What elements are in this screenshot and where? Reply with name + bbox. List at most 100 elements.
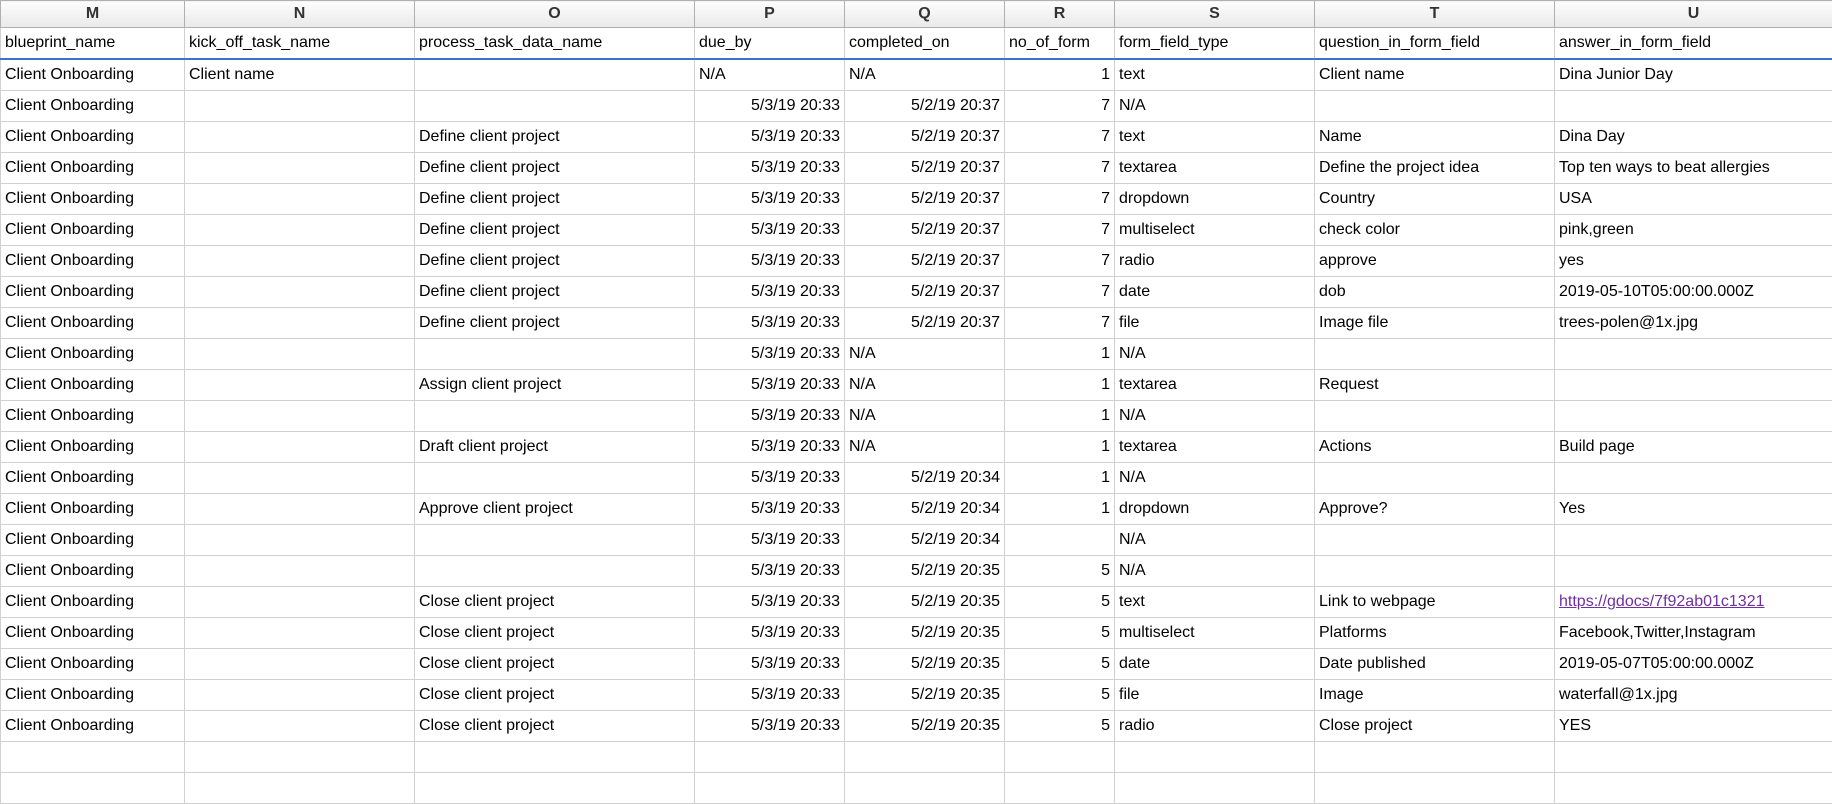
cell-O[interactable]: Close client project xyxy=(415,680,695,711)
cell-P[interactable]: 5/3/19 20:33 xyxy=(695,91,845,122)
cell-R[interactable]: 1 xyxy=(1005,494,1115,525)
cell-M[interactable]: Client Onboarding xyxy=(1,153,185,184)
cell-O[interactable] xyxy=(415,556,695,587)
cell-Q[interactable]: 5/2/19 20:37 xyxy=(845,153,1005,184)
table-row[interactable]: Client OnboardingDefine client project5/… xyxy=(1,246,1832,277)
cell-P[interactable]: 5/3/19 20:33 xyxy=(695,370,845,401)
cell-O[interactable]: Close client project xyxy=(415,711,695,742)
cell-Q[interactable]: N/A xyxy=(845,401,1005,432)
column-header-Q[interactable]: Q xyxy=(845,1,1005,28)
cell-O[interactable]: Define client project xyxy=(415,277,695,308)
cell-R[interactable]: 7 xyxy=(1005,91,1115,122)
column-header-M[interactable]: M xyxy=(1,1,185,28)
cell-Q[interactable]: N/A xyxy=(845,432,1005,463)
field-header-cell[interactable]: process_task_data_name xyxy=(415,28,695,60)
cell-U[interactable] xyxy=(1555,339,1832,370)
cell-P[interactable]: 5/3/19 20:33 xyxy=(695,432,845,463)
cell-S[interactable]: date xyxy=(1115,649,1315,680)
cell-M[interactable]: Client Onboarding xyxy=(1,556,185,587)
cell-S[interactable]: text xyxy=(1115,587,1315,618)
cell-S[interactable]: N/A xyxy=(1115,91,1315,122)
cell-N[interactable] xyxy=(185,556,415,587)
cell-M[interactable] xyxy=(1,742,185,773)
cell-U[interactable] xyxy=(1555,525,1832,556)
cell-N[interactable]: Client name xyxy=(185,59,415,91)
cell-R[interactable]: 7 xyxy=(1005,308,1115,339)
cell-T[interactable]: Platforms xyxy=(1315,618,1555,649)
cell-O[interactable]: Define client project xyxy=(415,308,695,339)
cell-S[interactable] xyxy=(1115,742,1315,773)
cell-N[interactable] xyxy=(185,277,415,308)
cell-Q[interactable]: 5/2/19 20:37 xyxy=(845,277,1005,308)
cell-M[interactable]: Client Onboarding xyxy=(1,494,185,525)
cell-M[interactable] xyxy=(1,773,185,804)
cell-O[interactable]: Define client project xyxy=(415,153,695,184)
field-header-cell[interactable]: answer_in_form_field xyxy=(1555,28,1832,60)
cell-O[interactable] xyxy=(415,401,695,432)
cell-R[interactable]: 7 xyxy=(1005,246,1115,277)
cell-S[interactable]: textarea xyxy=(1115,370,1315,401)
cell-O[interactable]: Close client project xyxy=(415,587,695,618)
cell-U[interactable]: Build page xyxy=(1555,432,1832,463)
cell-Q[interactable]: 5/2/19 20:35 xyxy=(845,618,1005,649)
cell-P[interactable]: 5/3/19 20:33 xyxy=(695,680,845,711)
cell-T[interactable]: Define the project idea xyxy=(1315,153,1555,184)
cell-N[interactable] xyxy=(185,308,415,339)
cell-T[interactable]: Link to webpage xyxy=(1315,587,1555,618)
cell-S[interactable]: dropdown xyxy=(1115,494,1315,525)
cell-O[interactable]: Approve client project xyxy=(415,494,695,525)
field-header-cell[interactable]: due_by xyxy=(695,28,845,60)
cell-Q[interactable]: 5/2/19 20:37 xyxy=(845,246,1005,277)
cell-M[interactable]: Client Onboarding xyxy=(1,680,185,711)
cell-Q[interactable] xyxy=(845,773,1005,804)
table-row[interactable]: Client OnboardingDefine client project5/… xyxy=(1,277,1832,308)
cell-Q[interactable] xyxy=(845,742,1005,773)
column-header-P[interactable]: P xyxy=(695,1,845,28)
field-header-cell[interactable]: blueprint_name xyxy=(1,28,185,60)
cell-T[interactable]: Request xyxy=(1315,370,1555,401)
cell-R[interactable]: 5 xyxy=(1005,618,1115,649)
table-row[interactable]: Client OnboardingAssign client project5/… xyxy=(1,370,1832,401)
field-header-cell[interactable]: kick_off_task_name xyxy=(185,28,415,60)
cell-U[interactable]: pink,green xyxy=(1555,215,1832,246)
cell-T[interactable] xyxy=(1315,773,1555,804)
cell-M[interactable]: Client Onboarding xyxy=(1,215,185,246)
table-row[interactable]: Client OnboardingDefine client project5/… xyxy=(1,215,1832,246)
cell-Q[interactable]: N/A xyxy=(845,59,1005,91)
cell-T[interactable]: check color xyxy=(1315,215,1555,246)
table-row[interactable]: Client OnboardingClose client project5/3… xyxy=(1,711,1832,742)
cell-T[interactable] xyxy=(1315,556,1555,587)
cell-U[interactable]: 2019-05-07T05:00:00.000Z xyxy=(1555,649,1832,680)
cell-N[interactable] xyxy=(185,401,415,432)
cell-S[interactable]: N/A xyxy=(1115,339,1315,370)
cell-O[interactable]: Close client project xyxy=(415,618,695,649)
table-row[interactable]: Client Onboarding5/3/19 20:33N/A1N/A xyxy=(1,401,1832,432)
cell-O[interactable]: Define client project xyxy=(415,215,695,246)
cell-N[interactable] xyxy=(185,618,415,649)
cell-O[interactable] xyxy=(415,59,695,91)
cell-M[interactable]: Client Onboarding xyxy=(1,370,185,401)
cell-Q[interactable]: 5/2/19 20:37 xyxy=(845,91,1005,122)
cell-R[interactable]: 5 xyxy=(1005,556,1115,587)
cell-U[interactable] xyxy=(1555,742,1832,773)
table-row[interactable]: Client OnboardingClose client project5/3… xyxy=(1,649,1832,680)
cell-T[interactable]: Image xyxy=(1315,680,1555,711)
table-row[interactable]: Client Onboarding5/3/19 20:33N/A1N/A xyxy=(1,339,1832,370)
column-header-T[interactable]: T xyxy=(1315,1,1555,28)
cell-P[interactable]: 5/3/19 20:33 xyxy=(695,587,845,618)
cell-S[interactable]: text xyxy=(1115,122,1315,153)
cell-R[interactable] xyxy=(1005,525,1115,556)
cell-M[interactable]: Client Onboarding xyxy=(1,711,185,742)
cell-P[interactable]: 5/3/19 20:33 xyxy=(695,122,845,153)
field-header-cell[interactable]: completed_on xyxy=(845,28,1005,60)
cell-S[interactable] xyxy=(1115,773,1315,804)
cell-U[interactable]: waterfall@1x.jpg xyxy=(1555,680,1832,711)
cell-R[interactable]: 7 xyxy=(1005,153,1115,184)
cell-M[interactable]: Client Onboarding xyxy=(1,432,185,463)
cell-O[interactable]: Define client project xyxy=(415,246,695,277)
cell-P[interactable]: 5/3/19 20:33 xyxy=(695,525,845,556)
cell-T[interactable] xyxy=(1315,91,1555,122)
cell-S[interactable]: radio xyxy=(1115,711,1315,742)
cell-U[interactable]: Yes xyxy=(1555,494,1832,525)
cell-R[interactable]: 5 xyxy=(1005,649,1115,680)
